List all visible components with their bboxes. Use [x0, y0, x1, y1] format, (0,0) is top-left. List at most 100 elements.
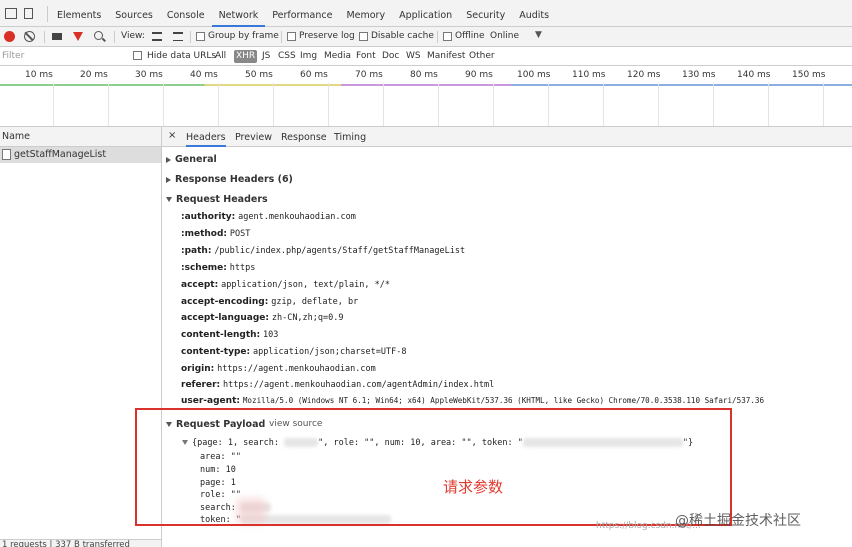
hide-data-urls-checkbox[interactable] [133, 51, 142, 60]
filter-type-doc[interactable]: Doc [380, 50, 401, 63]
response-headers-toggle[interactable]: Response Headers (6) [166, 174, 293, 185]
filter-input[interactable]: Filter [2, 51, 24, 61]
timeline-gridline [328, 83, 329, 126]
search-icon[interactable] [94, 31, 103, 40]
devtools-tabbar: Elements Sources Console Network Perform… [0, 0, 852, 27]
status-summary: 1 requests | 337 B transferred [0, 539, 161, 547]
tab-console[interactable]: Console [160, 0, 212, 27]
tab-application[interactable]: Application [392, 0, 459, 27]
request-headers-toggle[interactable]: Request Headers [166, 194, 268, 205]
timeline-tick: 80 ms [410, 70, 438, 80]
tab-timing[interactable]: Timing [334, 127, 366, 147]
header-value: https://agent.menkouhaodian.com/agentAdm… [223, 380, 495, 390]
timeline-gridline [53, 83, 54, 126]
disable-cache-checkbox[interactable] [359, 32, 368, 41]
header-key: accept-language: [181, 313, 269, 323]
tab-performance[interactable]: Performance [265, 0, 339, 27]
filter-type-xhr[interactable]: XHR [234, 50, 258, 63]
toolbar-divider [114, 31, 115, 43]
timeline-gridline [493, 83, 494, 126]
header-key: :authority: [181, 212, 236, 222]
group-by-frame-checkbox[interactable] [196, 32, 205, 41]
tab-elements[interactable]: Elements [50, 0, 108, 27]
timeline-gridline [438, 83, 439, 126]
header-key: user-agent: [181, 396, 240, 406]
offline-checkbox[interactable] [443, 32, 452, 41]
tab-security[interactable]: Security [459, 0, 512, 27]
header-value: 103 [263, 330, 279, 340]
throttling-select[interactable]: Online [490, 31, 519, 41]
filter-type-img[interactable]: Img [298, 50, 319, 63]
header-key: :method: [181, 229, 228, 239]
timeline-tick: 90 ms [465, 70, 493, 80]
header-row: content-type: application/json;charset=U… [181, 347, 407, 357]
tab-network[interactable]: Network [211, 0, 266, 27]
name-column-header[interactable]: Name [0, 127, 161, 147]
filter-bar: Filter Hide data URLs All XHR JS CSS Img… [0, 47, 852, 66]
tab-headers[interactable]: Headers [186, 127, 226, 147]
record-icon[interactable] [4, 31, 15, 42]
filter-type-ws[interactable]: WS [404, 50, 423, 63]
request-row[interactable]: getStaffManageList [0, 147, 161, 163]
header-value: application/json, text/plain, */* [221, 280, 390, 290]
general-section-toggle[interactable]: General [166, 154, 217, 165]
request-headers-title: Request Headers [176, 194, 268, 205]
filter-type-all[interactable]: All [213, 50, 228, 63]
header-row: accept: application/json, text/plain, */… [181, 280, 390, 290]
timeline-tick: 50 ms [245, 70, 273, 80]
filter-type-css[interactable]: CSS [276, 50, 298, 63]
header-value: agent.menkouhaodian.com [238, 212, 356, 222]
tab-sources[interactable]: Sources [108, 0, 160, 27]
tab-preview[interactable]: Preview [235, 127, 272, 147]
hide-data-urls-label: Hide data URLs [147, 51, 217, 61]
screenshot-camera-icon[interactable] [52, 33, 62, 40]
timeline-tick: 60 ms [300, 70, 328, 80]
preserve-log-checkbox[interactable] [287, 32, 296, 41]
tab-response[interactable]: Response [281, 127, 327, 147]
toolbar-divider [190, 31, 191, 43]
tab-audits[interactable]: Audits [512, 0, 556, 27]
collapsed-triangle-icon [166, 176, 171, 183]
header-value: https://agent.menkouhaodian.com [217, 364, 376, 374]
header-key: referer: [181, 380, 221, 390]
header-row: user-agent: Mozilla/5.0 (Windows NT 6.1;… [181, 396, 764, 406]
preserve-log-label: Preserve log [299, 31, 355, 41]
group-by-frame-label: Group by frame [208, 31, 279, 41]
view-label: View: [121, 31, 145, 41]
inspect-element-icon[interactable] [5, 8, 17, 19]
header-key: :path: [181, 246, 212, 256]
timeline-tick: 120 ms [627, 70, 661, 80]
throttling-dropdown-icon[interactable]: ▼ [535, 30, 542, 40]
toolbar-divider [281, 31, 282, 43]
filter-funnel-icon[interactable] [73, 32, 83, 41]
header-row: content-length: 103 [181, 330, 278, 340]
timeline-gridline [713, 83, 714, 126]
timeline-tick: 20 ms [80, 70, 108, 80]
timeline-gridline [218, 83, 219, 126]
timeline-overview[interactable]: 10 ms 20 ms 30 ms 40 ms 50 ms 60 ms 70 m… [0, 66, 852, 127]
general-section-title: General [175, 154, 217, 165]
filter-type-other[interactable]: Other [467, 50, 497, 63]
timeline-gridline [383, 83, 384, 126]
close-icon[interactable]: × [168, 130, 176, 141]
header-key: content-type: [181, 347, 251, 357]
filter-type-font[interactable]: Font [354, 50, 378, 63]
timeline-gridline [108, 83, 109, 126]
filter-type-manifest[interactable]: Manifest [425, 50, 467, 63]
header-row: origin: https://agent.menkouhaodian.com [181, 364, 376, 374]
panel-tabs: Elements Sources Console Network Perform… [50, 0, 556, 27]
filter-type-media[interactable]: Media [322, 50, 353, 63]
clear-icon[interactable] [24, 31, 35, 42]
overview-icon[interactable] [173, 32, 183, 41]
timeline-tick: 140 ms [737, 70, 771, 80]
tab-memory[interactable]: Memory [339, 0, 392, 27]
timeline-gridline [768, 83, 769, 126]
header-value: POST [229, 229, 251, 239]
timeline-gridline [823, 83, 824, 126]
timeline-tick: 100 ms [517, 70, 551, 80]
device-toolbar-icon[interactable] [24, 8, 33, 19]
timeline-gridline [273, 83, 274, 126]
large-rows-icon[interactable] [152, 32, 162, 41]
filter-type-js[interactable]: JS [260, 50, 272, 63]
header-key: content-length: [181, 330, 261, 340]
